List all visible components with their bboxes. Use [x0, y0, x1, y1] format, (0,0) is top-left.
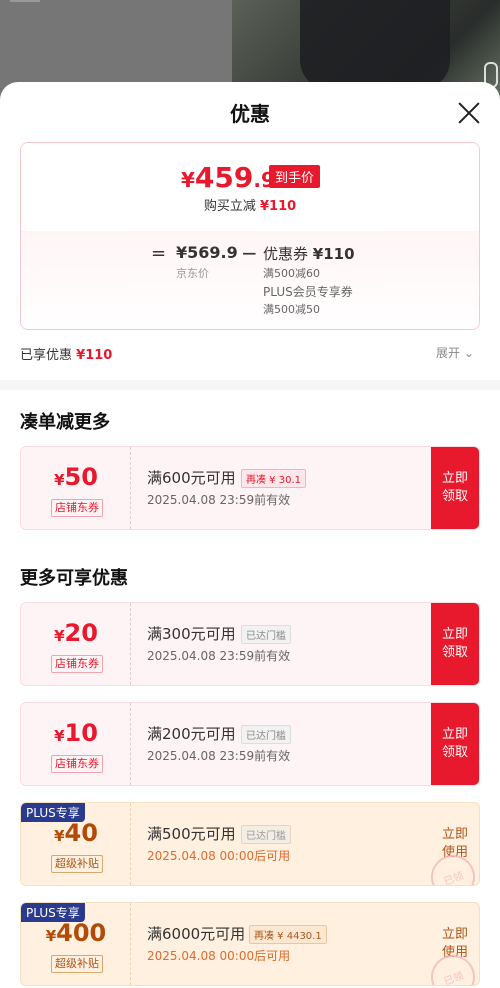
coupon-type-tag: 超级补贴	[51, 955, 103, 973]
coupon-type-tag: 超级补贴	[51, 855, 103, 873]
coupon-value: ¥10 店铺东券	[21, 703, 131, 785]
minus-sign: −	[241, 241, 258, 265]
coupon-validity: 2025.04.08 23:59前有效	[147, 649, 291, 663]
coupon-value: PLUS专享 ¥400 超级补贴	[21, 903, 131, 985]
coupon-amount-number: 400	[56, 919, 107, 947]
coupon-amount: ¥50	[21, 463, 131, 491]
price-summary: ¥ 459 .9 到手价 购买立减 ¥110 = ¥569.9 京东价 − 优惠…	[20, 142, 480, 330]
jd-price-label: 京东价	[176, 267, 209, 280]
section-title-more-discount: 凑单减更多	[20, 412, 110, 433]
coupon-value: ¥20 店铺东券	[21, 603, 131, 685]
coupon-condition: 满200元可用	[147, 725, 236, 743]
discount-sheet: 优惠 ¥ 459 .9 到手价 购买立减 ¥110 = ¥569.9 京东价 −…	[0, 82, 500, 988]
enjoyed-discount: 已享优惠 ¥110	[20, 344, 112, 363]
coupon-validity: 2025.04.08 00:00后可用	[147, 849, 291, 863]
final-price-currency: ¥	[181, 168, 195, 192]
coupon-card: ¥20 店铺东券 满300元可用 已达门槛 2025.04.08 23:59前有…	[20, 602, 480, 686]
coupon-currency: ¥	[54, 727, 65, 745]
coupon-type-tag: 店铺东券	[51, 755, 103, 773]
claim-coupon-button[interactable]: 立即 领取	[431, 447, 479, 529]
coupon-status-pill: 已达门槛	[241, 825, 291, 844]
plus-coupon-rule: 满500减50	[263, 303, 320, 316]
coupon-condition: 满600元可用	[147, 469, 236, 487]
coupon-card: PLUS专享 ¥400 超级补贴 满6000元可用 再凑 ¥ 4430.1 20…	[20, 902, 480, 986]
coupon-currency: ¥	[54, 627, 65, 645]
buy-save-amount: ¥110	[259, 199, 297, 214]
coupon-currency: ¥	[45, 927, 57, 945]
final-price-int: 459	[194, 161, 254, 194]
coupon-validity: 2025.04.08 23:59前有效	[147, 493, 291, 507]
coupon-info: 满200元可用 已达门槛 2025.04.08 23:59前有效	[131, 703, 431, 785]
jd-price: ¥569.9	[176, 243, 238, 262]
buy-save-label: 购买立减	[203, 199, 256, 214]
claim-coupon-button[interactable]: 立即 领取	[431, 603, 479, 685]
final-price: ¥ 459 .9	[181, 161, 275, 194]
background-figure	[300, 0, 450, 90]
coupon-deduction-label: 优惠券	[263, 245, 309, 263]
equals-sign: =	[151, 243, 167, 264]
expand-label: 展开	[436, 346, 461, 360]
coupon-amount: ¥10	[21, 719, 131, 747]
coupon-amount: ¥20	[21, 619, 131, 647]
coupon-info: 满500元可用 已达门槛 2025.04.08 00:00后可用	[131, 803, 431, 885]
chevron-down-icon: ⌄	[463, 346, 474, 360]
coupon-currency: ¥	[54, 471, 65, 489]
background-menu-line	[10, 0, 40, 2]
coupon-amount-number: 10	[64, 719, 98, 747]
section-divider	[0, 380, 500, 390]
close-icon[interactable]	[456, 100, 482, 126]
coupon-status-pill: 已达门槛	[241, 725, 291, 744]
coupon-info: 满6000元可用 再凑 ¥ 4430.1 2025.04.08 00:00后可用	[131, 903, 431, 985]
coupon-amount: ¥40	[21, 819, 131, 847]
coupon-condition: 满6000元可用	[147, 925, 246, 943]
enjoyed-amount: ¥110	[76, 348, 113, 363]
coupon-type-tag: 店铺东券	[51, 499, 103, 517]
coupon-status-pill: 再凑 ¥ 4430.1	[249, 925, 327, 944]
coupon-condition: 满300元可用	[147, 625, 236, 643]
coupon-value: PLUS专享 ¥40 超级补贴	[21, 803, 131, 885]
coupon-deduction-amount: ¥110	[312, 245, 355, 263]
coupon-validity: 2025.04.08 23:59前有效	[147, 749, 291, 763]
coupon-amount: ¥400	[21, 919, 131, 947]
plus-coupon-label: PLUS会员专享券	[263, 285, 353, 299]
coupon-card: ¥50 店铺东券 满600元可用 再凑 ¥ 30.1 2025.04.08 23…	[20, 446, 480, 530]
hand-price-badge: 到手价	[269, 165, 321, 188]
coupon-status-pill: 已达门槛	[241, 625, 291, 644]
buy-save: 购买立减 ¥110	[21, 195, 479, 214]
expand-button[interactable]: 展开 ⌄	[436, 344, 474, 361]
summary-top: ¥ 459 .9 到手价 购买立减 ¥110	[21, 143, 479, 231]
coupon-condition: 满500元可用	[147, 825, 236, 843]
coupon-amount-number: 40	[64, 819, 98, 847]
coupon-card: PLUS专享 ¥40 超级补贴 满500元可用 已达门槛 2025.04.08 …	[20, 802, 480, 886]
coupon-currency: ¥	[54, 827, 65, 845]
coupon-value: ¥50 店铺东券	[21, 447, 131, 529]
enjoyed-label: 已享优惠	[20, 348, 73, 363]
coupon-card: ¥10 店铺东券 满200元可用 已达门槛 2025.04.08 23:59前有…	[20, 702, 480, 786]
coupon-amount-number: 50	[64, 463, 98, 491]
coupon-status-pill: 再凑 ¥ 30.1	[241, 469, 306, 488]
section-title-more-available: 更多可享优惠	[20, 568, 128, 589]
claim-coupon-button[interactable]: 立即 领取	[431, 703, 479, 785]
coupon-deduction: 优惠券 ¥110	[263, 243, 355, 264]
coupon-amount-number: 20	[64, 619, 98, 647]
coupon-info: 满600元可用 再凑 ¥ 30.1 2025.04.08 23:59前有效	[131, 447, 431, 529]
coupon-type-tag: 店铺东券	[51, 655, 103, 673]
coupon-validity: 2025.04.08 00:00后可用	[147, 949, 291, 963]
coupon-info: 满300元可用 已达门槛 2025.04.08 23:59前有效	[131, 603, 431, 685]
coupon-rule: 满500减60	[263, 267, 320, 280]
sheet-title: 优惠	[230, 102, 270, 126]
